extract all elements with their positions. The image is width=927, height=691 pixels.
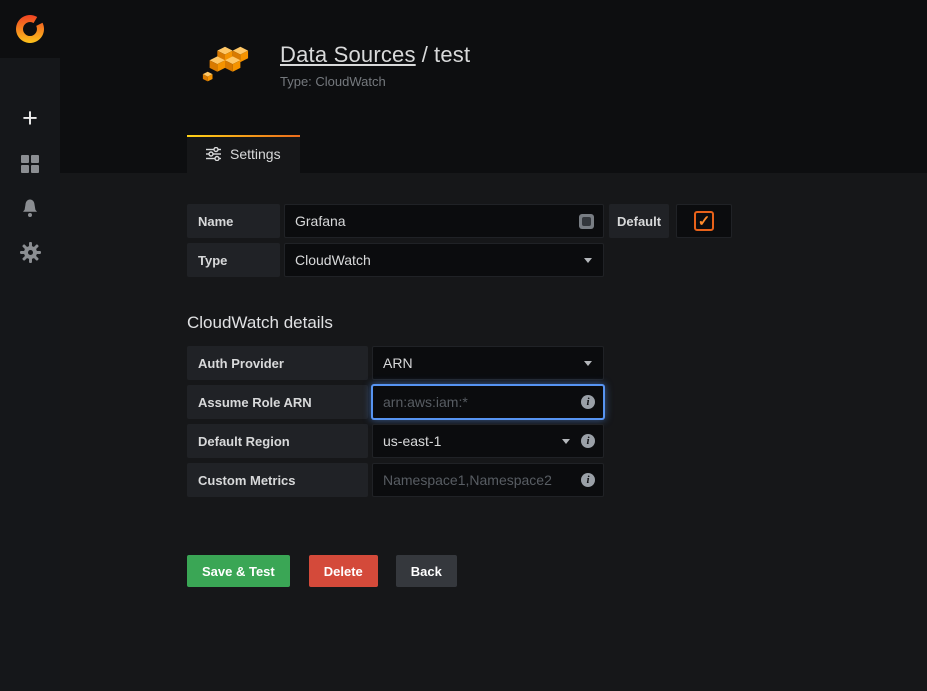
assume-role-row: Assume Role ARN i — [187, 385, 927, 419]
default-region-row: Default Region us-east-1 i — [187, 424, 927, 458]
sidebar-item-alerting[interactable] — [0, 186, 60, 230]
chevron-down-icon — [562, 438, 570, 444]
section-title: CloudWatch details — [187, 313, 333, 332]
plus-icon: + — [22, 103, 38, 133]
custom-metrics-label: Custom Metrics — [187, 463, 368, 497]
custom-metrics-field: i — [372, 463, 604, 497]
info-icon[interactable]: i — [581, 395, 595, 409]
action-buttons: Save & Test Delete Back — [187, 555, 927, 587]
type-label: Type — [187, 243, 280, 277]
default-region-select[interactable]: us-east-1 i — [372, 424, 604, 458]
type-select-value: CloudWatch — [295, 252, 371, 268]
cloudwatch-aws-logo-icon — [200, 44, 250, 93]
datasource-type-subtitle: Type: CloudWatch — [280, 74, 386, 89]
settings-form: Name Default ✓ Type CloudWatch — [60, 173, 927, 691]
name-field — [284, 204, 604, 238]
page-title: Data Sources / test — [280, 42, 470, 68]
dashboards-icon — [21, 155, 39, 173]
auth-provider-value: ARN — [383, 355, 413, 371]
header-text: Data Sources / test Type: CloudWatch — [280, 42, 470, 89]
info-glyph: i — [586, 396, 590, 408]
auth-provider-row: Auth Provider ARN — [187, 346, 927, 380]
page-header: Data Sources / test Type: CloudWatch — [60, 0, 927, 93]
sidebar: + — [0, 0, 60, 691]
breadcrumb-separator: / — [421, 42, 429, 67]
grafana-logo[interactable] — [0, 0, 60, 58]
datasources-breadcrumb-link[interactable]: Data Sources — [280, 42, 416, 67]
delete-button[interactable]: Delete — [308, 555, 378, 587]
info-glyph: i — [586, 474, 590, 486]
name-row: Name Default ✓ — [187, 204, 927, 238]
sidebar-nav: + — [0, 98, 60, 274]
type-select[interactable]: CloudWatch — [284, 243, 604, 277]
datasource-name-text: test — [434, 42, 471, 67]
type-row: Type CloudWatch — [187, 243, 927, 277]
sidebar-item-create[interactable]: + — [0, 98, 60, 142]
sliders-icon — [206, 147, 221, 161]
name-label: Name — [187, 204, 280, 238]
info-glyph: i — [586, 435, 590, 447]
save-and-test-button[interactable]: Save & Test — [187, 555, 290, 587]
grafana-logo-icon — [16, 14, 48, 43]
back-button[interactable]: Back — [395, 555, 457, 587]
page-header-band: Data Sources / test Type: CloudWatch Setti… — [60, 0, 927, 173]
check-icon: ✓ — [697, 213, 711, 230]
assume-role-field: i — [372, 385, 604, 419]
default-switch[interactable]: ✓ — [676, 204, 733, 238]
tab-settings[interactable]: Settings — [187, 135, 300, 173]
tab-settings-label: Settings — [230, 146, 281, 162]
assume-role-input[interactable] — [373, 386, 581, 418]
auth-provider-select[interactable]: ARN — [372, 346, 604, 380]
assume-role-label: Assume Role ARN — [187, 385, 368, 419]
sidebar-item-configuration[interactable] — [0, 230, 60, 274]
auth-provider-label: Auth Provider — [187, 346, 368, 380]
grafana-datasource-page: + Data Sources / test Type: CloudWatch S… — [0, 0, 927, 691]
autofill-icon[interactable] — [579, 213, 594, 229]
chevron-down-icon — [584, 360, 592, 366]
gear-icon — [19, 241, 41, 263]
tab-bar: Settings — [187, 135, 300, 173]
main-area: Data Sources / test Type: CloudWatch Setti… — [60, 0, 927, 691]
default-checkbox-checked-icon[interactable]: ✓ — [694, 211, 715, 231]
bell-icon — [23, 199, 37, 217]
default-region-value: us-east-1 — [383, 433, 442, 449]
custom-metrics-input[interactable] — [373, 464, 581, 496]
default-label: Default — [609, 204, 670, 238]
info-icon[interactable]: i — [581, 434, 595, 448]
sidebar-item-dashboards[interactable] — [0, 142, 60, 186]
name-input[interactable] — [285, 205, 579, 237]
custom-metrics-row: Custom Metrics i — [187, 463, 927, 497]
info-icon[interactable]: i — [581, 473, 595, 487]
chevron-down-icon — [584, 257, 592, 263]
default-region-label: Default Region — [187, 424, 368, 458]
